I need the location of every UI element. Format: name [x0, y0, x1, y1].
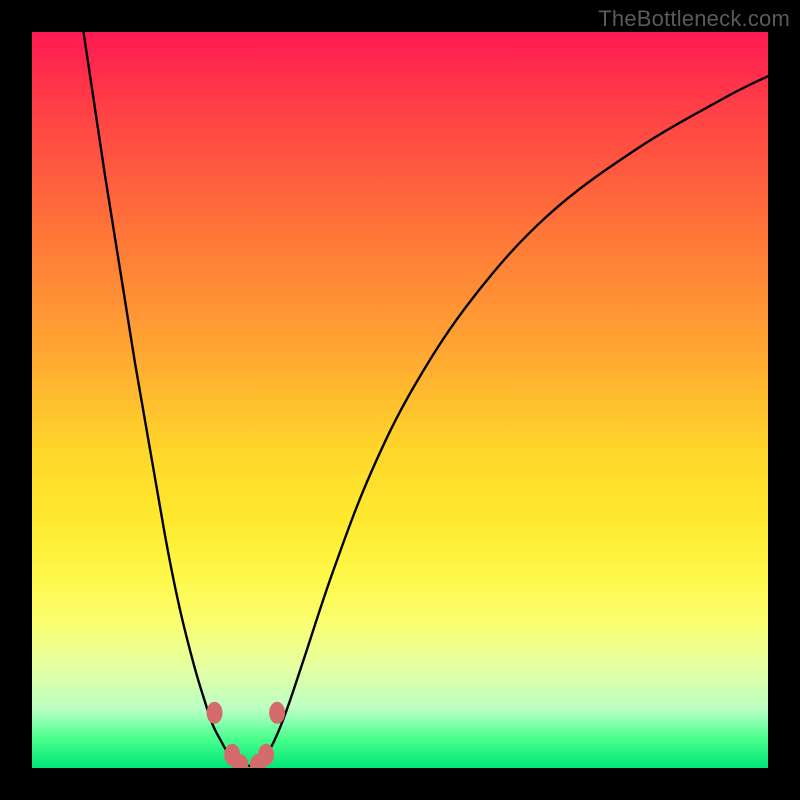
curve-right-branch [256, 76, 768, 764]
curve-left-branch [84, 32, 242, 764]
chart-svg [32, 32, 768, 768]
marker-point [207, 702, 223, 724]
watermark-text: TheBottleneck.com [598, 6, 790, 32]
plot-area [32, 32, 768, 768]
marker-point [269, 702, 285, 724]
chart-frame: TheBottleneck.com [0, 0, 800, 800]
curve-layer [84, 32, 768, 766]
